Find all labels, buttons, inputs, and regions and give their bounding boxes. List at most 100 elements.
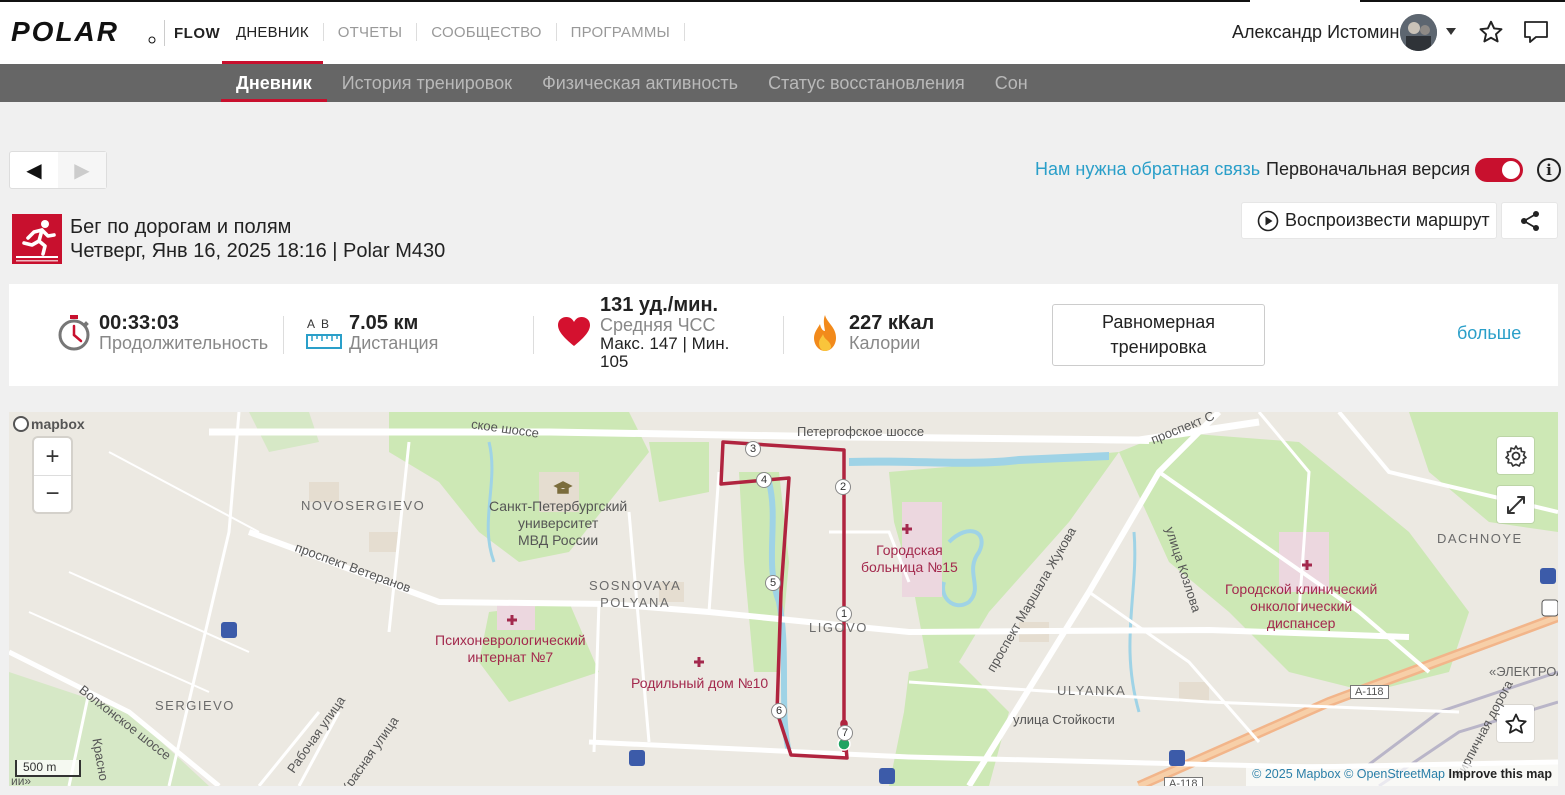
subnav-recovery-label: Статус восстановления (768, 72, 965, 93)
running-sport-icon (12, 214, 62, 264)
heart-rate-minmax: Макс. 147 | Мин. 105 (600, 334, 730, 371)
stopwatch-icon (58, 315, 90, 351)
more-link[interactable]: больше (1457, 323, 1521, 344)
map-label-district: SERGIEVO (155, 698, 235, 713)
route-waypoint[interactable]: 4 (756, 472, 772, 488)
map-label-district: LIGOVO (809, 620, 868, 635)
logo-separator (164, 20, 165, 46)
subnav-recovery[interactable]: Статус восстановления (753, 64, 980, 102)
map-label-district: SOSNOVAYA POLYANA (589, 578, 682, 610)
flame-icon (814, 315, 836, 351)
subnav-activity-label: Физическая активность (542, 72, 739, 93)
top-edge-line (1360, 0, 1565, 2)
nav-community-label: СООБЩЕСТВО (431, 23, 542, 41)
route-waypoint[interactable]: 3 (745, 441, 761, 457)
map-label-poi: Городской клинический онкологический дис… (1225, 581, 1378, 631)
nav-separator (684, 23, 685, 41)
session-summary: 00:33:03 Продолжительность A B 7.05 км Д… (9, 284, 1558, 386)
calories-value: 227 кКал (849, 312, 935, 334)
nav-reports[interactable]: ОТЧЕТЫ (324, 0, 416, 64)
gear-icon (1504, 444, 1527, 467)
map-settings-button[interactable] (1497, 437, 1534, 474)
map-label-university: Санкт-Петербургский университет МВД Росс… (489, 498, 628, 548)
replay-route-button[interactable]: Воспроизвести маршрут (1241, 202, 1497, 239)
duration-label: Продолжительность (99, 333, 269, 353)
map-favorite-button[interactable] (1497, 705, 1534, 742)
next-session-button[interactable]: ▶ (58, 152, 106, 188)
zoom-in-button[interactable]: + (34, 438, 71, 475)
share-button[interactable] (1501, 202, 1558, 239)
nav-diary[interactable]: ДНЕВНИК (222, 0, 323, 64)
nav-programs[interactable]: ПРОГРАММЫ (557, 0, 684, 64)
polar-logo[interactable]: POLAR (11, 18, 156, 46)
mapbox-logo[interactable]: mapbox (13, 416, 85, 432)
user-menu-caret-icon[interactable] (1446, 28, 1456, 35)
map-label-district: DACHNOYE (1437, 531, 1523, 546)
share-icon (1520, 210, 1539, 231)
info-icon[interactable]: i (1537, 158, 1561, 182)
subnav-sleep[interactable]: Сон (980, 64, 1043, 102)
sport-name: Бег по дорогам и полям (70, 216, 292, 238)
session-pager: ◀ ▶ (9, 151, 107, 189)
feedback-link[interactable]: Нам нужна обратная связь (1035, 159, 1260, 180)
route-waypoint[interactable]: 5 (765, 575, 781, 591)
distance-label: Дистанция (349, 333, 439, 353)
training-benefit-button[interactable]: Равномерная тренировка (1052, 304, 1265, 366)
messages-icon[interactable] (1523, 20, 1549, 44)
session-datetime-device: Четверг, Янв 16, 2025 18:16 | Polar M430 (70, 240, 446, 262)
map-scale-bar: 500 m (15, 760, 81, 777)
route-map[interactable]: mapbox + − Петергофское шоссе ское шоссе… (9, 412, 1558, 786)
mapbox-attribution-link[interactable]: © 2025 Mapbox (1252, 767, 1340, 781)
play-circle-icon (1257, 210, 1279, 231)
route-waypoint[interactable]: 1 (836, 606, 852, 622)
heart-rate-value: 131 уд./мин. (600, 294, 719, 316)
map-label-poi: Родильный дом №10 (631, 675, 769, 691)
distance-value: 7.05 км (349, 312, 419, 334)
favorites-star-icon[interactable] (1478, 19, 1504, 45)
subnav-diary-label: Дневник (236, 72, 312, 93)
zoom-control: + − (34, 438, 71, 512)
heart-icon (558, 317, 590, 346)
user-name[interactable]: Александр Истомин (1232, 22, 1399, 43)
map-label-highway: А-118 (1350, 685, 1389, 699)
avatar-image (1400, 14, 1437, 51)
route-waypoint[interactable]: 7 (837, 725, 853, 741)
nav-diary-label: ДНЕВНИК (236, 23, 309, 41)
distance-ab-label: A B (307, 317, 330, 331)
subnav-training-history[interactable]: История тренировок (327, 64, 527, 102)
map-label-highway: А-118 (1164, 777, 1203, 786)
subnav-sleep-label: Сон (994, 72, 1028, 93)
arrow-right-icon: ▶ (74, 159, 90, 182)
flow-label[interactable]: FLOW (174, 25, 220, 42)
subnav-diary[interactable]: Дневник (221, 64, 327, 102)
top-navigation: POLAR FLOW ДНЕВНИК ОТЧЕТЫ СООБЩЕСТВО ПРО… (0, 0, 1565, 64)
osm-attribution-link[interactable]: © OpenStreetMap (1344, 767, 1445, 781)
mapbox-wordmark: mapbox (31, 416, 85, 432)
subnav-activity[interactable]: Физическая активность (527, 64, 753, 102)
zoom-out-button[interactable]: − (34, 475, 71, 512)
avatar[interactable] (1400, 14, 1437, 51)
main-nav: ДНЕВНИК ОТЧЕТЫ СООБЩЕСТВО ПРОГРАММЫ (222, 0, 685, 64)
improve-map-link[interactable]: Improve this map (1449, 767, 1553, 781)
arrow-left-icon: ◀ (26, 159, 42, 182)
duration-value: 00:33:03 (99, 312, 180, 334)
route-waypoint[interactable]: 6 (771, 703, 787, 719)
map-label-poi: Психоневрологический интернат №7 (435, 632, 586, 665)
route-waypoint[interactable]: 2 (835, 479, 851, 495)
original-version-label: Первоначальная версия (1266, 159, 1471, 179)
nav-programs-label: ПРОГРАММЫ (570, 23, 670, 41)
map-label-poi: Городская больница №15 (861, 542, 958, 575)
map-label-district: ULYANKA (1057, 683, 1127, 698)
brand-text: POLAR (11, 18, 119, 46)
map-fullscreen-button[interactable] (1497, 486, 1534, 523)
star-icon (1504, 713, 1527, 734)
ruler-icon (306, 334, 342, 349)
calories-label: Калории (849, 333, 921, 353)
previous-session-button[interactable]: ◀ (10, 152, 58, 188)
nav-community[interactable]: СООБЩЕСТВО (417, 0, 555, 64)
sub-navigation: Дневник История тренировок Физическая ак… (0, 64, 1565, 102)
map-label-district: СНТ «ЭЛЕКТРОАППАР (1489, 664, 1558, 679)
nav-reports-label: ОТЧЕТЫ (337, 23, 403, 41)
original-version-toggle[interactable] (1475, 158, 1523, 182)
map-label-road: Петергофское шоссе (797, 424, 925, 439)
